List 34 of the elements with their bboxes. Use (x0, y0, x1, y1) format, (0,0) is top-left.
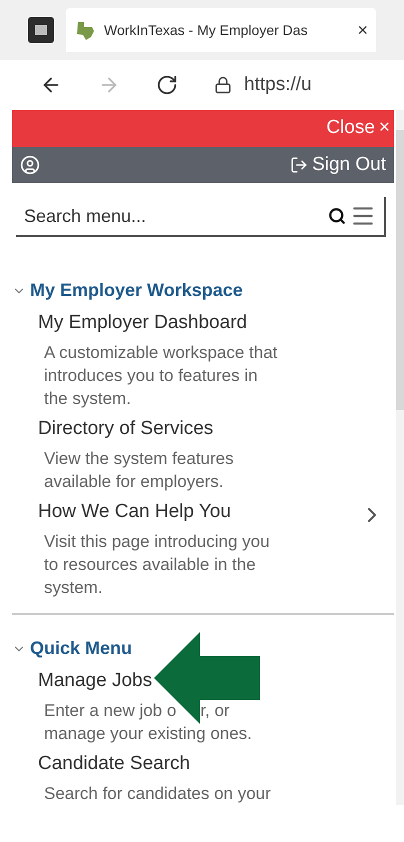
menu-description: introduces you to features in (44, 366, 258, 385)
menu-description: Enter a new job o (44, 701, 176, 720)
menu-link[interactable]: Directory of Services (38, 416, 384, 442)
menu-description: Search for candidates on your (44, 784, 271, 803)
menu-description: View the system features (44, 449, 234, 468)
tab-close[interactable]: × (357, 16, 368, 44)
browser-tab[interactable]: WorkInTexas - My Employer Das × (66, 8, 376, 52)
section-header[interactable]: My Employer Workspace (12, 277, 243, 304)
lock-icon (214, 76, 232, 94)
texas-icon (74, 19, 96, 41)
menu-description: A customizable workspace that (44, 343, 278, 362)
tab-manager-icon[interactable] (28, 17, 54, 43)
reload-icon[interactable] (156, 74, 178, 96)
search-icon[interactable] (328, 207, 346, 225)
menu-description: r, or (200, 701, 230, 720)
menu-description: to resources available in the (44, 555, 256, 574)
close-button[interactable]: Close × (12, 110, 394, 147)
sign-out-button[interactable]: Sign Out (290, 150, 386, 180)
address-field[interactable]: https://u (244, 70, 312, 100)
menu-description: the system. (44, 389, 131, 408)
menu-link[interactable]: How We Can Help You (38, 499, 360, 525)
menu-description: Visit this page introducing you (44, 532, 270, 551)
menu-link[interactable]: My Employer Dashboard (38, 310, 384, 336)
tab-title: WorkInTexas - My Employer Das (104, 20, 309, 40)
sign-out-icon (290, 156, 308, 174)
menu-link[interactable]: Candidate Search (38, 751, 384, 777)
menu-description: available for employers. (44, 472, 224, 491)
search-field[interactable]: Search menu... (24, 202, 328, 230)
user-icon[interactable] (20, 155, 40, 175)
section-header[interactable]: Quick Menu (12, 635, 132, 662)
menu-description: manage your existing ones. (44, 724, 252, 743)
menu-link[interactable]: Manage Jobs (38, 668, 384, 694)
scrollbar[interactable] (396, 110, 404, 805)
menu-description: system. (44, 578, 103, 597)
